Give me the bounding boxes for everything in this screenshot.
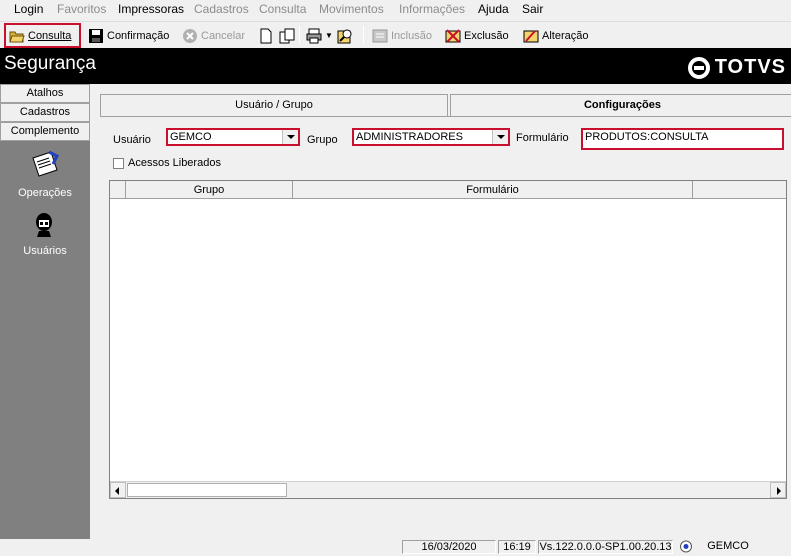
user-icon [0,212,90,241]
chevron-down-icon[interactable] [282,130,298,144]
scroll-left-icon[interactable] [110,482,126,498]
usuario-value: GEMCO [170,131,212,143]
tab-usuario-grupo[interactable]: Usuário / Grupo [100,94,448,116]
menu-sair[interactable]: Sair [522,2,543,16]
grupo-value: ADMINISTRADORES [356,131,463,143]
cancelar-button[interactable]: Cancelar [179,25,248,46]
menu-ajuda[interactable]: Ajuda [478,2,509,16]
horizontal-scrollbar[interactable] [110,481,786,498]
status-time: 16:19 [498,540,536,554]
module-header: Segurança TOTVS [0,48,791,84]
acessos-liberados-label: Acessos Liberados [128,157,221,169]
status-user: GEMCO [707,540,749,552]
print-button[interactable]: ▼ [303,25,336,46]
network-icon [678,540,694,553]
column-header-formulario[interactable]: Formulário [293,181,693,199]
menu-favoritos[interactable]: Favoritos [57,2,106,16]
row-selector-header [110,181,126,199]
menu-movimentos[interactable]: Movimentos [319,2,384,16]
status-version: Vs.122.0.0.0-SP1.00.20.13 [538,540,673,554]
new-document-button[interactable] [255,25,277,46]
menu-cadastros[interactable]: Cadastros [194,2,249,16]
formulario-label: Formulário [516,132,569,144]
grupo-select[interactable]: ADMINISTRADORES [352,128,510,146]
status-date: 16/03/2020 [402,540,496,554]
totvs-logo: TOTVS [687,56,786,79]
column-header-grupo[interactable]: Grupo [126,181,293,199]
alteracao-label: Alteração [542,29,589,42]
exclusao-label: Exclusão [464,29,509,42]
scroll-right-icon[interactable] [770,482,786,498]
data-grid[interactable]: Grupo Formulário [109,180,787,499]
logo-mark-icon [687,56,710,79]
menu-login[interactable]: Login [14,2,43,16]
copy-icon [279,28,295,44]
open-folder-icon [9,28,25,44]
sidebar-item-usuarios[interactable]: Usuários [0,212,90,257]
edit-record-icon [523,28,539,44]
operations-icon [0,150,90,183]
status-bar: 16/03/2020 16:19 Vs.122.0.0.0-SP1.00.20.… [0,539,791,554]
chevron-down-icon[interactable] [492,130,508,144]
sidebar-item-label: Operações [18,187,72,199]
sidebar-item-label: Usuários [23,245,67,257]
sidebar-tab-complemento[interactable]: Complemento [0,122,90,141]
search-button[interactable] [334,25,356,46]
acessos-liberados-checkbox[interactable] [113,158,124,169]
scroll-thumb[interactable] [127,483,287,497]
tab-configuracoes[interactable]: Configurações [450,94,791,116]
exclusao-button[interactable]: Exclusão [442,25,512,46]
chevron-down-icon: ▼ [325,31,333,40]
save-disk-icon [88,28,104,44]
toolbar: Consulta Confirmação Cancelar ▼ Inclusão… [0,21,791,48]
printer-icon [306,28,322,44]
add-record-icon [372,28,388,44]
inclusao-button[interactable]: Inclusão [369,25,435,46]
sidebar-item-operacoes[interactable]: Operações [0,150,90,199]
inclusao-label: Inclusão [391,29,432,42]
formulario-field[interactable]: PRODUTOS:CONSULTA [581,128,784,150]
column-header-empty [693,181,786,199]
alteracao-button[interactable]: Alteração [520,25,591,46]
menu-informacoes[interactable]: Informações [399,2,465,16]
logo-text: TOTVS [714,56,786,78]
sidebar-tab-atalhos[interactable]: Atalhos [0,84,90,103]
new-document-icon [258,28,274,44]
grupo-label: Grupo [307,134,338,146]
main-panel: Usuário / Grupo Configurações Usuário GE… [92,84,791,539]
usuario-label: Usuário [113,134,151,146]
consulta-button[interactable]: Consulta [4,23,81,48]
menu-consulta[interactable]: Consulta [259,2,306,16]
cancelar-label: Cancelar [201,29,246,42]
sidebar-tab-cadastros[interactable]: Cadastros [0,103,90,122]
confirmacao-label: Confirmação [107,29,170,42]
sidebar: Atalhos Cadastros Complemento Operações … [0,84,90,539]
confirmacao-button[interactable]: Confirmação [85,25,172,46]
formulario-value: PRODUTOS:CONSULTA [585,131,709,143]
search-icon [337,28,353,44]
usuario-select[interactable]: GEMCO [166,128,300,146]
page-title: Segurança [4,53,96,74]
delete-record-icon [445,28,461,44]
menu-bar: Login Favoritos Impressoras Cadastros Co… [0,0,791,20]
consulta-label: Consulta [28,29,72,42]
cancel-icon [182,28,198,44]
menu-impressoras[interactable]: Impressoras [118,2,184,16]
copy-button[interactable] [276,25,298,46]
